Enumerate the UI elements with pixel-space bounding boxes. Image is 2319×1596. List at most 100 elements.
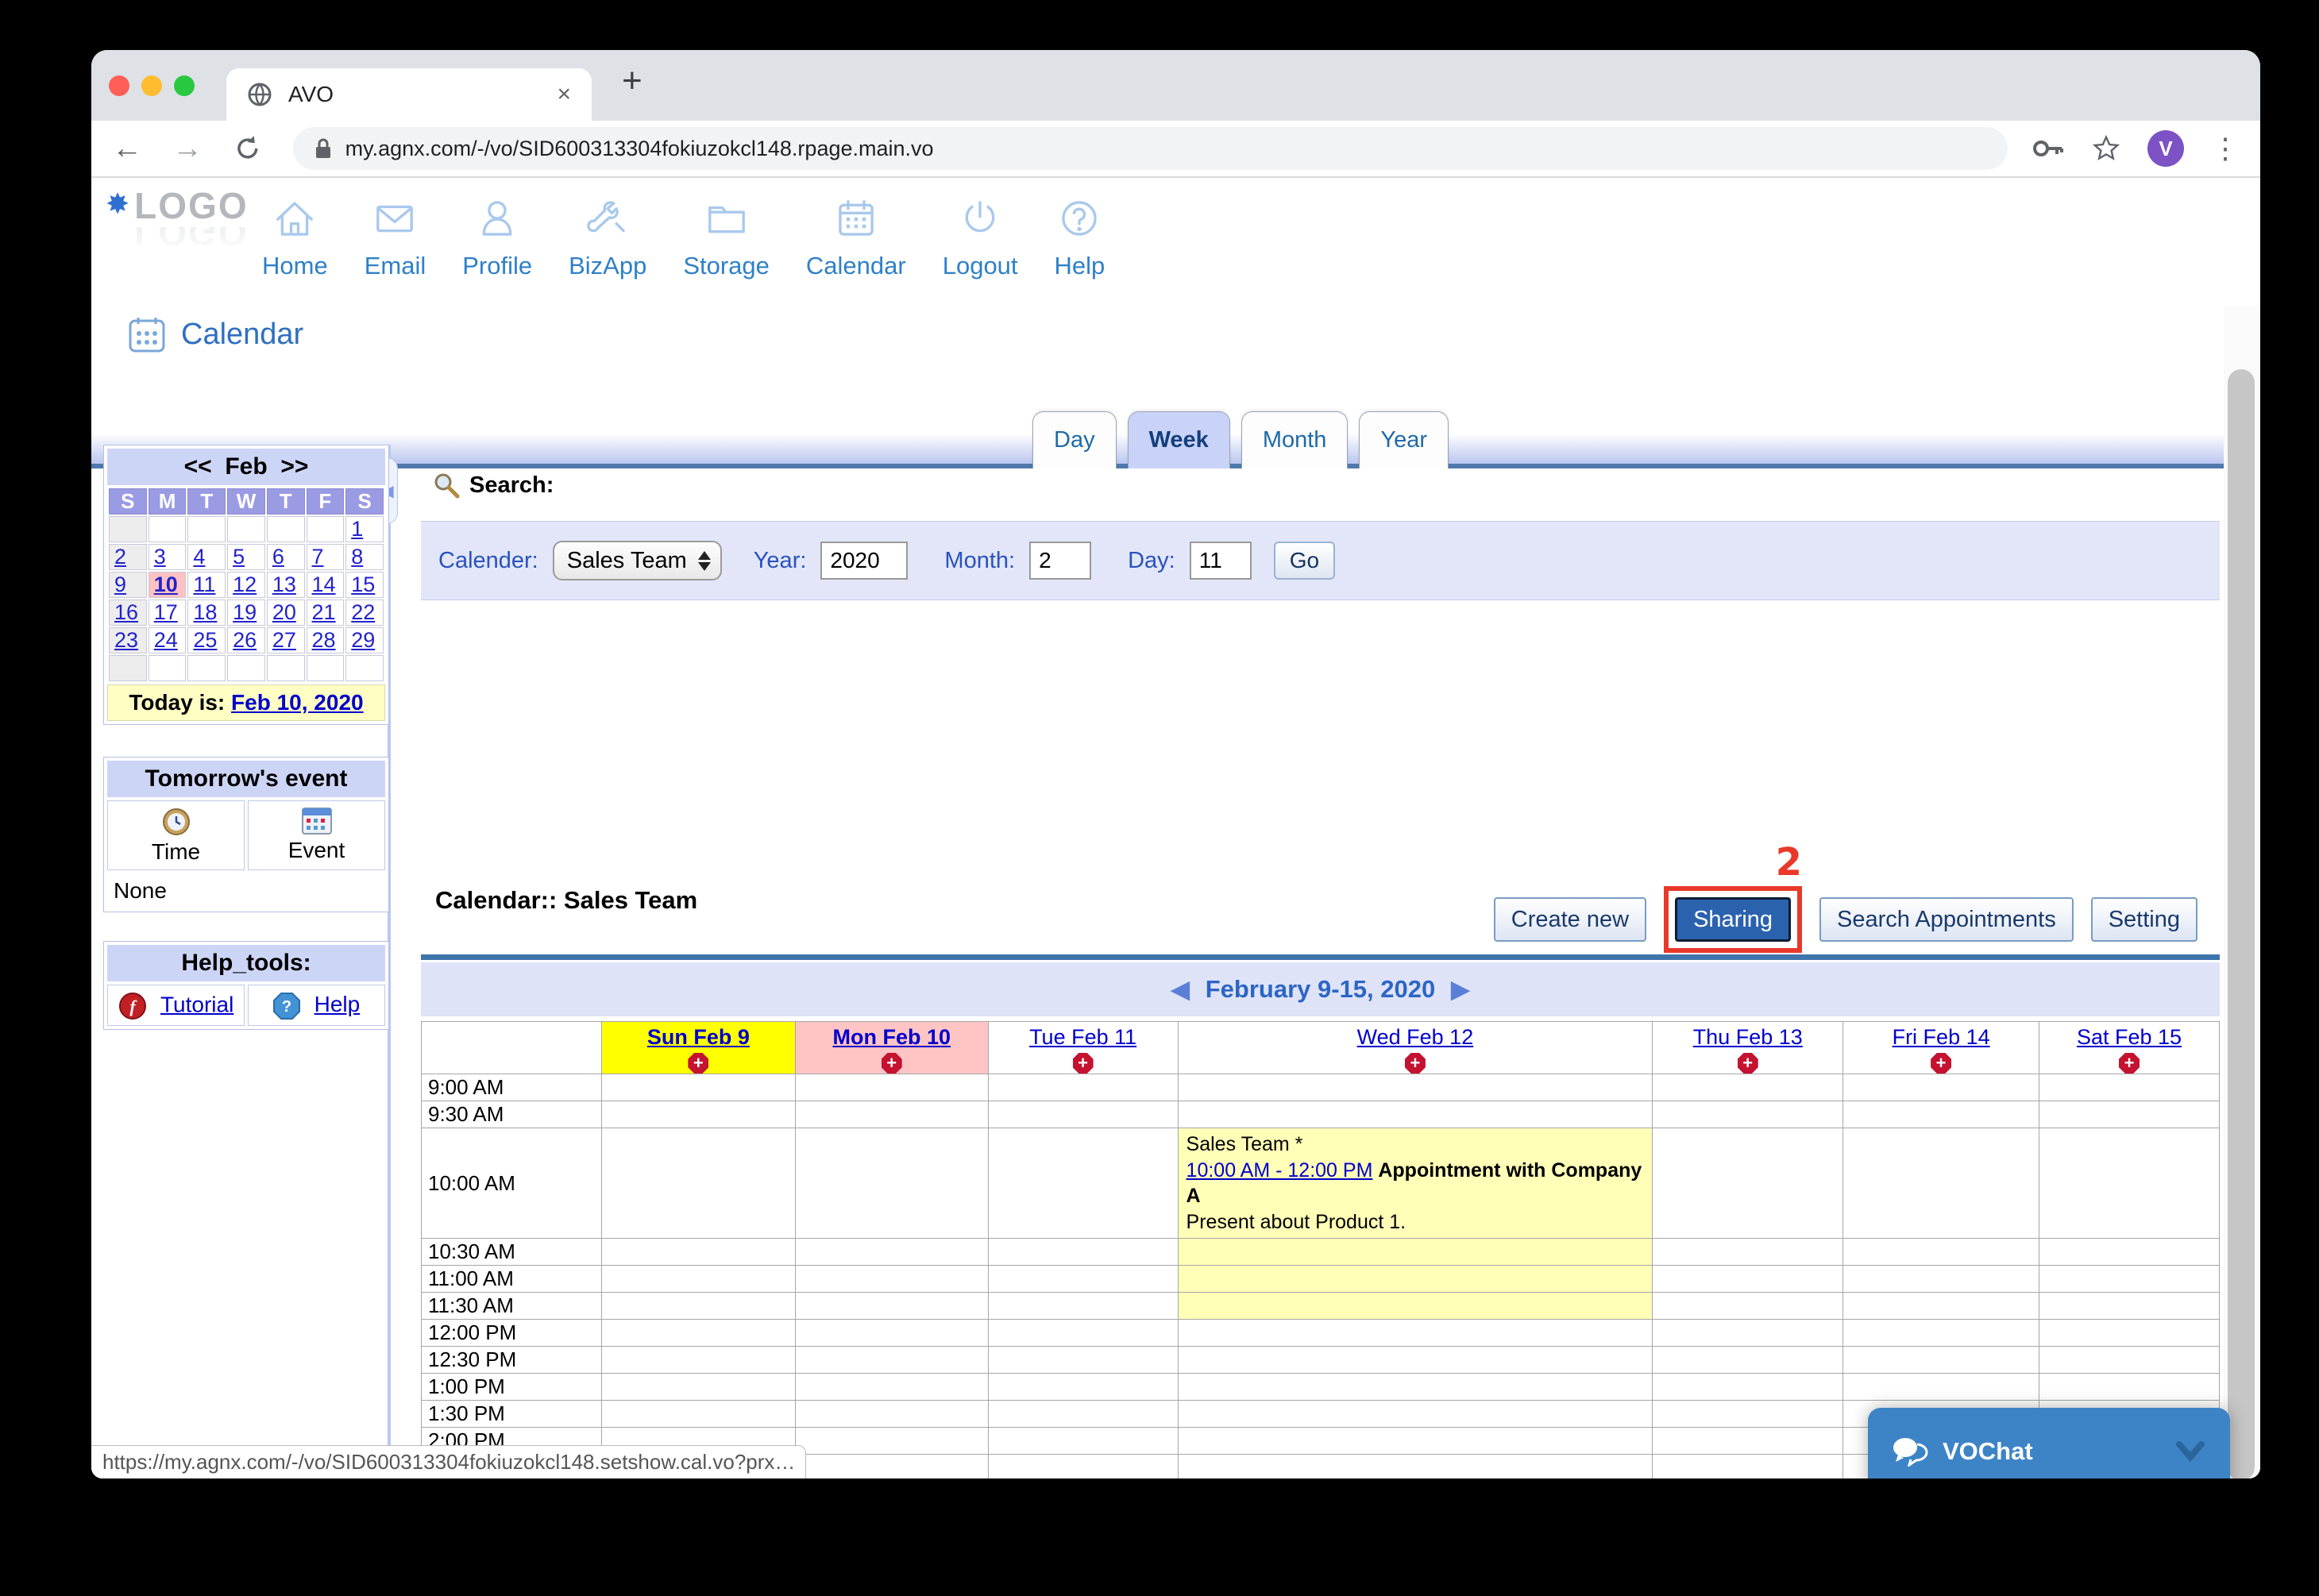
mini-day-cell[interactable]: 19 (227, 599, 265, 626)
mini-day-link[interactable]: 23 (114, 628, 138, 652)
mini-day-cell[interactable]: 5 (227, 544, 265, 570)
time-slot[interactable] (794, 1265, 989, 1293)
time-slot[interactable] (2039, 1373, 2220, 1401)
add-appointment-icon[interactable]: + (1404, 1053, 1426, 1074)
time-slot[interactable] (1842, 1346, 2040, 1374)
day-header-link[interactable]: Fri Feb 14 (1893, 1025, 1990, 1049)
mini-day-cell[interactable]: 29 (345, 627, 384, 653)
year-input[interactable] (820, 542, 909, 580)
time-slot[interactable] (1177, 1074, 1653, 1101)
mini-day-link[interactable]: 25 (193, 628, 217, 652)
time-slot[interactable] (1177, 1346, 1653, 1374)
time-slot[interactable] (987, 1373, 1179, 1401)
mini-day-link[interactable]: 8 (351, 545, 363, 569)
appointment-cell[interactable]: Sales Team * 10:00 AM - 12:00 PM Appoint… (1177, 1128, 1653, 1239)
time-slot[interactable] (600, 1101, 796, 1128)
mini-day-link[interactable]: 22 (351, 600, 375, 624)
day-input[interactable] (1189, 542, 1252, 580)
time-slot[interactable] (1652, 1373, 1844, 1401)
today-date-link[interactable]: Feb 10, 2020 (231, 690, 364, 715)
time-slot[interactable] (1652, 1101, 1844, 1128)
mini-day-cell[interactable]: 13 (266, 572, 305, 598)
time-slot[interactable] (1652, 1238, 1844, 1266)
time-slot[interactable] (794, 1319, 989, 1347)
sharing-button[interactable]: Sharing (1675, 897, 1792, 942)
help-link[interactable]: Help (314, 992, 361, 1016)
mini-day-cell[interactable]: 22 (345, 599, 384, 626)
time-slot[interactable] (987, 1128, 1179, 1239)
mini-day-cell[interactable]: 25 (187, 627, 226, 653)
chevron-down-icon[interactable] (2174, 1441, 2206, 1462)
time-slot[interactable] (1177, 1101, 1653, 1128)
mini-day-cell[interactable]: 1 (345, 516, 384, 542)
nav-item-home[interactable]: Home (262, 195, 328, 280)
minimize-window-button[interactable] (141, 75, 162, 96)
mini-day-link[interactable]: 28 (312, 628, 336, 652)
mini-day-cell[interactable]: 10 (148, 572, 187, 598)
time-slot[interactable] (1652, 1454, 1844, 1478)
add-appointment-icon[interactable]: + (1072, 1053, 1094, 1074)
time-slot[interactable] (600, 1373, 796, 1401)
time-slot[interactable] (1177, 1373, 1653, 1401)
mini-day-cell[interactable]: 16 (109, 599, 147, 626)
mini-day-link[interactable]: 27 (272, 628, 296, 652)
scrollbar-thumb[interactable] (2228, 369, 2255, 1478)
mini-day-link[interactable]: 21 (312, 600, 336, 624)
time-slot[interactable] (600, 1400, 796, 1428)
mini-day-cell[interactable]: 3 (148, 544, 187, 570)
day-header-link[interactable]: Mon Feb 10 (832, 1025, 951, 1049)
mini-day-cell[interactable]: 2 (109, 544, 147, 570)
search-appointments-button[interactable]: Search Appointments (1819, 897, 2074, 942)
time-slot[interactable] (794, 1373, 989, 1401)
browser-menu-icon[interactable]: ⋮ (2211, 132, 2240, 165)
time-slot[interactable] (1177, 1454, 1653, 1478)
time-slot[interactable] (1177, 1238, 1653, 1266)
time-slot[interactable] (1842, 1319, 2040, 1347)
time-slot[interactable] (794, 1128, 989, 1239)
month-input[interactable] (1029, 542, 1092, 580)
mini-day-link[interactable]: 24 (154, 628, 178, 652)
time-slot[interactable] (794, 1427, 989, 1455)
time-slot[interactable] (600, 1265, 796, 1293)
new-tab-button[interactable]: + (622, 61, 642, 101)
mini-day-link[interactable]: 16 (114, 600, 138, 624)
mini-day-cell[interactable]: 24 (148, 627, 187, 653)
add-appointment-icon[interactable]: + (1737, 1053, 1758, 1074)
time-slot[interactable] (1177, 1427, 1653, 1455)
mini-day-cell[interactable]: 21 (306, 599, 345, 626)
mini-day-link[interactable]: 18 (193, 600, 217, 624)
calendar-select[interactable]: Sales Team (552, 541, 722, 580)
mini-day-cell[interactable]: 9 (109, 572, 147, 598)
mini-day-cell[interactable]: 8 (345, 544, 384, 570)
day-header-link[interactable]: Tue Feb 11 (1029, 1025, 1136, 1049)
time-slot[interactable] (1177, 1319, 1653, 1347)
time-slot[interactable] (600, 1346, 796, 1374)
password-key-icon[interactable] (2032, 136, 2065, 161)
nav-item-email[interactable]: Email (365, 195, 426, 280)
time-slot[interactable] (987, 1074, 1179, 1101)
profile-avatar[interactable]: V (2147, 130, 2184, 167)
mini-day-cell[interactable]: 7 (306, 544, 345, 570)
nav-item-profile[interactable]: Profile (462, 195, 532, 280)
nav-item-help[interactable]: Help (1055, 195, 1105, 280)
time-slot[interactable] (794, 1074, 989, 1101)
mini-prev-month[interactable]: << (184, 453, 212, 480)
time-slot[interactable] (794, 1454, 989, 1478)
time-slot[interactable] (1842, 1292, 2040, 1320)
time-slot[interactable] (987, 1346, 1179, 1374)
mini-day-link[interactable]: 3 (154, 545, 166, 569)
url-bar[interactable]: my.agnx.com/-/vo/SID600313304fokiuzokcl1… (292, 127, 2008, 170)
mini-day-cell[interactable]: 4 (187, 544, 226, 570)
tab-month[interactable]: Month (1241, 411, 1349, 468)
time-slot[interactable] (1842, 1238, 2040, 1266)
mini-day-link[interactable]: 11 (193, 572, 215, 596)
mini-day-cell[interactable]: 14 (306, 572, 345, 598)
mini-day-cell[interactable]: 6 (266, 544, 305, 570)
add-appointment-icon[interactable]: + (881, 1053, 902, 1074)
time-slot[interactable] (600, 1128, 796, 1239)
nav-item-calendar[interactable]: Calendar (806, 195, 906, 280)
mini-day-cell[interactable]: 28 (306, 627, 345, 653)
add-appointment-icon[interactable]: + (1931, 1053, 1952, 1074)
mini-day-link[interactable]: 2 (114, 545, 126, 569)
tab-year[interactable]: Year (1359, 411, 1449, 468)
